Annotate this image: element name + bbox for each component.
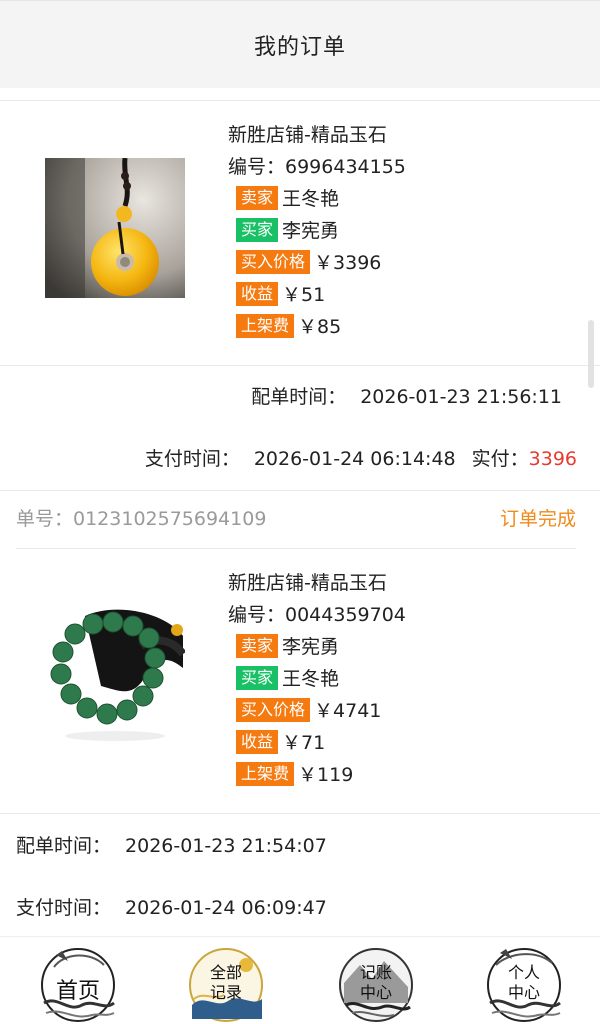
product-image-bracelet[interactable] (45, 606, 185, 746)
divider (0, 100, 600, 101)
profit-tag: 收益 (236, 729, 279, 754)
buyer-tag: 买家 (236, 217, 279, 242)
match-time-label: 配单时间： (251, 386, 347, 408)
page-header: 我的订单 (0, 0, 600, 88)
tab-profile-label-2: 中心 (507, 983, 540, 1002)
divider (16, 548, 576, 549)
divider (0, 490, 600, 491)
seller-name: 李宪勇 (282, 636, 340, 658)
page-title: 我的订单 (253, 34, 346, 60)
seller-tag: 卖家 (236, 633, 279, 658)
pay-time-row: 支付时间： 2026-01-24 06:14:48 实付：3396 (145, 444, 577, 471)
profit-value: ￥51 (282, 284, 326, 306)
tab-accounting-label-2: 中心 (359, 983, 392, 1002)
buyer-name: 王冬艳 (282, 668, 340, 690)
tab-all-records-label-1: 全部 (209, 963, 242, 982)
seller-name: 王冬艳 (282, 188, 340, 210)
profit-value: ￥71 (282, 732, 326, 754)
order-list[interactable]: 新胜店铺-精品玉石 编号：6996434155 卖家 王冬艳 买家 李宪勇 买入价格… (0, 88, 600, 936)
tab-home-label: 首页 (55, 979, 100, 1004)
price-value: ￥4741 (314, 700, 382, 722)
fee-value: ￥119 (298, 764, 354, 786)
pay-time-value: 2026-01-24 06:09:47 (125, 897, 327, 919)
shop-name: 新胜店铺-精品玉石 (228, 572, 387, 594)
tab-home[interactable]: 首页 (34, 943, 122, 1023)
tab-profile[interactable]: 个人 中心 (480, 943, 568, 1023)
shop-name: 新胜店铺-精品玉石 (228, 124, 387, 146)
tab-all-records-label-2: 记录 (209, 983, 242, 1002)
seller-tag: 卖家 (236, 185, 279, 210)
match-time-label: 配单时间： (16, 835, 112, 857)
fee-tag: 上架费 (236, 761, 295, 786)
scrollbar[interactable] (588, 320, 594, 388)
seller-row: 卖家 李宪勇 (236, 632, 339, 659)
buyer-row: 买家 王冬艳 (236, 664, 339, 691)
paid-label: 实付： (471, 448, 529, 470)
buyer-tag: 买家 (236, 665, 279, 690)
pay-time-row: 支付时间： 2026-01-24 06:09:47 (16, 893, 327, 920)
tab-all-records[interactable]: 全部 记录 (182, 943, 270, 1023)
seller-row: 卖家 王冬艳 (236, 184, 339, 211)
tab-accounting-label-1: 记账 (359, 963, 392, 982)
order-header: 单号：0123102575694109 订单完成 (16, 504, 576, 531)
match-time-value: 2026-01-23 21:56:11 (360, 386, 562, 408)
item-number: 编号：0044359704 (228, 604, 406, 626)
price-tag: 买入价格 (236, 249, 311, 274)
price-value: ￥3396 (314, 252, 382, 274)
price-tag: 买入价格 (236, 697, 311, 722)
pay-time-label: 支付时间： (16, 897, 112, 919)
order-status: 订单完成 (499, 508, 576, 530)
profit-tag: 收益 (236, 281, 279, 306)
match-time-value: 2026-01-23 21:54:07 (125, 835, 327, 857)
buyer-row: 买家 李宪勇 (236, 216, 339, 243)
fee-tag: 上架费 (236, 313, 295, 338)
tab-profile-label-1: 个人 (507, 963, 540, 982)
order-number: 单号：0123102575694109 (16, 508, 267, 530)
divider (0, 365, 600, 366)
product-image-pendant[interactable] (45, 158, 185, 298)
pay-time-value: 2026-01-24 06:14:48 (253, 448, 456, 470)
paid-amount: 3396 (528, 448, 577, 470)
match-time-row: 配单时间： 2026-01-23 21:54:07 (16, 831, 327, 858)
profit-row: 收益 ￥51 (236, 280, 325, 307)
profit-row: 收益 ￥71 (236, 728, 325, 755)
price-row: 买入价格 ￥4741 (236, 696, 381, 723)
divider (0, 813, 600, 814)
match-time-row: 配单时间： 2026-01-23 21:56:11 (251, 382, 562, 409)
price-row: 买入价格 ￥3396 (236, 248, 381, 275)
tab-accounting[interactable]: 记账 中心 (332, 943, 420, 1023)
fee-row: 上架费 ￥119 (236, 760, 353, 787)
bottom-tab-bar: 首页 全部 记录 记账 中心 个人 中心 (0, 936, 600, 1024)
fee-row: 上架费 ￥85 (236, 312, 341, 339)
fee-value: ￥85 (298, 316, 342, 338)
buyer-name: 李宪勇 (282, 220, 340, 242)
pay-time-label: 支付时间： (144, 448, 240, 470)
item-number: 编号：6996434155 (228, 156, 406, 178)
